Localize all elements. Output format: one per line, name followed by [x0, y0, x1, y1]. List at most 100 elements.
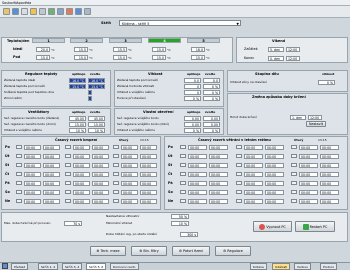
- schedule-to[interactable]: 00:00: [209, 153, 228, 159]
- schedule-check[interactable]: [113, 154, 119, 158]
- tab-cabinet-5-6[interactable]: Skříň 5, 6: [86, 263, 107, 270]
- schedule-from[interactable]: 00:00: [121, 198, 138, 204]
- zone-5-ideal[interactable]: 16,0: [191, 47, 205, 52]
- schedule-check[interactable]: [180, 199, 186, 203]
- info-icon[interactable]: [75, 8, 82, 15]
- schedule-from[interactable]: 00:00: [73, 153, 90, 159]
- print-icon[interactable]: [21, 8, 28, 15]
- schedule-from[interactable]: 00:00: [244, 198, 263, 204]
- set-button[interactable]: Nastavit: [306, 121, 326, 127]
- schedule-check[interactable]: [113, 199, 119, 203]
- zone-tab-3[interactable]: 3: [109, 38, 142, 43]
- schedule-check[interactable]: [236, 145, 242, 149]
- schedule-from[interactable]: 00:00: [73, 171, 90, 177]
- schedule-check[interactable]: [291, 190, 297, 194]
- opening-chosen[interactable]: 0 %: [203, 127, 220, 133]
- tech-limits-button[interactable]: ⚙ Tech. meze: [90, 246, 126, 256]
- schedule-to[interactable]: 00:00: [320, 180, 339, 186]
- schedule-from[interactable]: 00:00: [244, 162, 263, 168]
- schedule-check[interactable]: [113, 145, 119, 149]
- schedule-check[interactable]: [113, 181, 119, 185]
- schedule-to[interactable]: 00:00: [320, 153, 339, 159]
- schedule-to[interactable]: 00:00: [209, 198, 228, 204]
- schedule-to[interactable]: 00:00: [140, 153, 157, 159]
- schedule-from[interactable]: 00:00: [299, 162, 318, 168]
- schedule-from[interactable]: 00:00: [73, 180, 90, 186]
- schedule-from[interactable]: 00:00: [24, 162, 41, 168]
- shutdown-pc-button[interactable]: Vypnout PC: [253, 221, 292, 232]
- schedule-from[interactable]: 00:00: [188, 153, 207, 159]
- zone-1-ideal[interactable]: 20,0: [36, 47, 50, 52]
- zone-4-low[interactable]: 15,0: [152, 55, 166, 60]
- valves-chosen[interactable]: 10 %: [88, 127, 105, 133]
- schedule-check[interactable]: [65, 190, 71, 194]
- temp-reg-toggle[interactable]: [88, 95, 92, 101]
- schedule-check[interactable]: [16, 154, 22, 158]
- schedule-from[interactable]: 00:00: [188, 162, 207, 168]
- schedule-to[interactable]: 00:00: [209, 171, 228, 177]
- schedule-check[interactable]: [236, 181, 242, 185]
- schedule-to[interactable]: 00:00: [140, 171, 157, 177]
- tab-events[interactable]: Události: [272, 263, 291, 270]
- schedule-check[interactable]: [291, 154, 297, 158]
- schedule-to[interactable]: 00:00: [140, 198, 157, 204]
- schedule-check[interactable]: [291, 181, 297, 185]
- schedule-from[interactable]: 00:00: [299, 198, 318, 204]
- settings-icon[interactable]: [57, 8, 64, 15]
- schedule-to[interactable]: 00:00: [92, 171, 109, 177]
- last-opening-day[interactable]: 1. den: [290, 114, 306, 120]
- schedule-from[interactable]: 00:00: [121, 171, 138, 177]
- schedule-to[interactable]: 00:00: [43, 153, 60, 159]
- schedule-check[interactable]: [16, 181, 22, 185]
- schedule-from[interactable]: 00:00: [188, 189, 207, 195]
- schedule-from[interactable]: 00:00: [121, 162, 138, 168]
- schedule-from[interactable]: 00:00: [244, 144, 263, 150]
- schedule-check[interactable]: [65, 163, 71, 167]
- weekend-end-day[interactable]: 0. den: [268, 55, 284, 61]
- schedule-to[interactable]: 00:00: [320, 198, 339, 204]
- schedule-from[interactable]: 00:00: [299, 171, 318, 177]
- schedule-from[interactable]: 00:00: [24, 144, 41, 150]
- schedule-to[interactable]: 00:00: [265, 171, 284, 177]
- schedule-to[interactable]: 00:00: [209, 189, 228, 195]
- schedule-to[interactable]: 00:00: [140, 144, 157, 150]
- schedule-check[interactable]: [16, 145, 22, 149]
- humidity-chosen[interactable]: 0 %: [203, 95, 220, 101]
- schedule-from[interactable]: 00:00: [188, 144, 207, 150]
- schedule-check[interactable]: [65, 145, 71, 149]
- schedule-to[interactable]: 00:00: [92, 180, 109, 186]
- schedule-check[interactable]: [291, 163, 297, 167]
- warning-icon[interactable]: [30, 8, 37, 15]
- temp-reg-chosen[interactable]: 16,0 °C: [88, 77, 105, 83]
- weekend-start-day[interactable]: 5. den: [268, 46, 284, 52]
- schedule-from[interactable]: 00:00: [121, 153, 138, 159]
- schedule-check[interactable]: [16, 199, 22, 203]
- schedule-check[interactable]: [236, 154, 242, 158]
- schedule-to[interactable]: 00:00: [92, 162, 109, 168]
- schedule-check[interactable]: [291, 199, 297, 203]
- cut-icon[interactable]: [39, 8, 46, 15]
- schedule-from[interactable]: 00:00: [299, 180, 318, 186]
- schedule-to[interactable]: 00:00: [43, 162, 60, 168]
- schedule-to[interactable]: 00:00: [265, 153, 284, 159]
- tab-alerts[interactable]: Kritane: [250, 263, 267, 270]
- schedule-to[interactable]: 00:00: [265, 180, 284, 186]
- schedule-from[interactable]: 00:00: [24, 180, 41, 186]
- schedule-check[interactable]: [180, 181, 186, 185]
- schedule-check[interactable]: [236, 190, 242, 194]
- tab-home-center[interactable]: Domovní centr.: [110, 263, 139, 270]
- schedule-to[interactable]: 00:00: [92, 189, 109, 195]
- schedule-from[interactable]: 00:00: [121, 144, 138, 150]
- schedule-check[interactable]: [65, 172, 71, 176]
- humidity-chosen[interactable]: 0 %: [203, 83, 220, 89]
- zone-1-low[interactable]: 15,0: [36, 55, 50, 60]
- schedule-to[interactable]: 00:00: [140, 162, 157, 168]
- zone-tab-2[interactable]: 2: [70, 38, 103, 43]
- temp-reg-toggle[interactable]: [88, 89, 92, 95]
- tab-cabinet-1-2[interactable]: Skříň 1, 2: [38, 263, 59, 270]
- schedule-to[interactable]: 00:00: [43, 198, 60, 204]
- max-duration-value[interactable]: 70 s: [64, 220, 82, 226]
- humidity-chosen[interactable]: 0,0: [203, 77, 220, 83]
- schedule-to[interactable]: 00:00: [265, 144, 284, 150]
- zone-3-ideal[interactable]: 15,5: [113, 47, 127, 52]
